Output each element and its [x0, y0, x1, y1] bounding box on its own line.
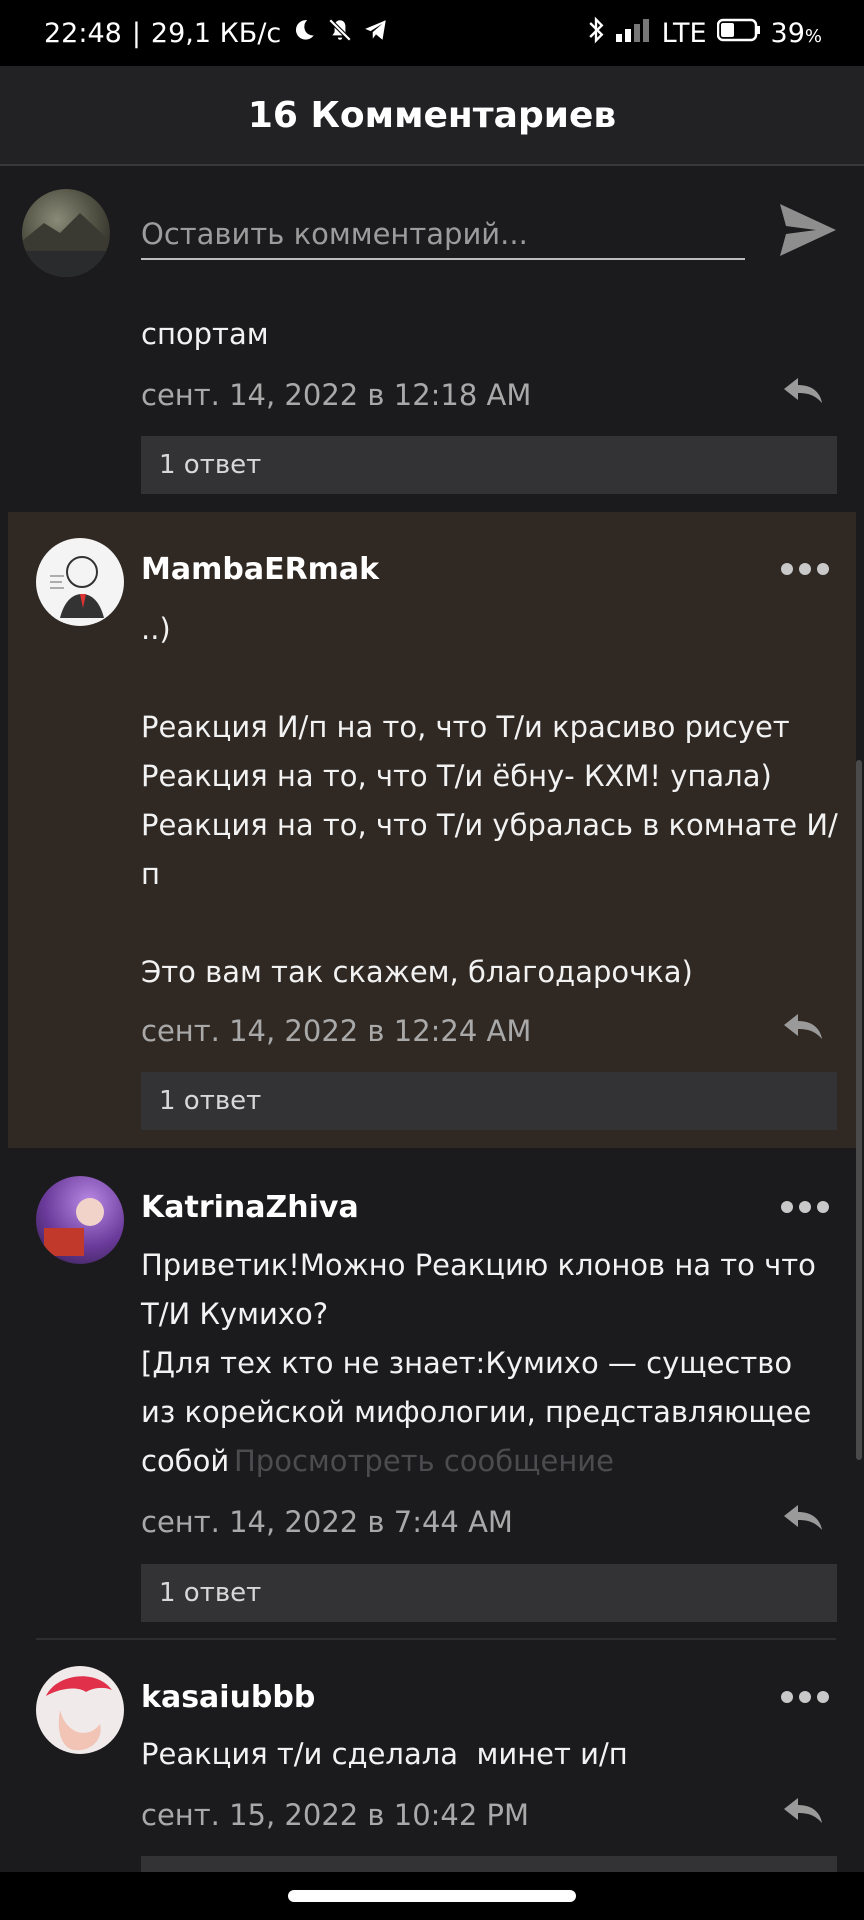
avatar[interactable] — [22, 189, 110, 277]
status-right: LTE 39% — [586, 16, 822, 51]
comment-timestamp: сент. 14, 2022 в 12:18 AM — [141, 378, 532, 412]
bluetooth-icon — [586, 16, 606, 51]
comment-timestamp: сент. 14, 2022 в 12:24 AM — [141, 1014, 532, 1048]
reply-icon[interactable] — [780, 1010, 826, 1044]
status-bar: 22:48 | 29,1 КБ/с LTE 39% — [0, 0, 864, 66]
view-full-message-link[interactable]: Просмотреть сообщение — [234, 1437, 614, 1486]
comment-text: спортам — [141, 317, 269, 351]
avatar-sketch — [50, 556, 104, 618]
page-title: 16 Комментариев — [247, 94, 617, 136]
status-separator: | — [131, 17, 141, 49]
avatar[interactable] — [36, 1666, 124, 1754]
comment-username[interactable]: MambaERmak — [141, 552, 379, 587]
replies-button[interactable]: 1 ответ — [141, 1072, 837, 1130]
send-icon[interactable] — [778, 200, 838, 260]
compose-bar — [0, 168, 864, 284]
avatar-art — [46, 1676, 112, 1751]
comment-text: ..) Реакция И/п на то, что Т/и красиво р… — [141, 612, 838, 989]
comment-timestamp: сент. 14, 2022 в 7:44 AM — [141, 1505, 513, 1539]
comment-username[interactable]: kasaiubbb — [141, 1680, 315, 1715]
more-options-icon[interactable] — [781, 1691, 829, 1705]
header: 16 Комментариев — [0, 66, 864, 166]
moon-icon — [291, 17, 317, 50]
status-left: 22:48 | 29,1 КБ/с — [44, 17, 389, 50]
signal-icon — [615, 18, 652, 49]
comment-timestamp: сент. 15, 2022 в 10:42 PM — [141, 1798, 530, 1832]
avatar[interactable] — [36, 538, 124, 626]
comment-divider — [36, 1638, 836, 1640]
status-time: 22:48 — [44, 17, 122, 49]
scrollbar[interactable] — [856, 760, 862, 1460]
avatar[interactable] — [36, 1176, 124, 1264]
more-options-icon[interactable] — [781, 563, 829, 577]
reply-icon[interactable] — [780, 1794, 826, 1828]
comment-input[interactable] — [141, 210, 745, 260]
comment-text: Реакция т/и сделала минет и/п — [141, 1737, 628, 1771]
replies-button[interactable]: 1 ответ — [141, 1564, 837, 1622]
telegram-icon — [363, 17, 389, 50]
network-type: LTE — [661, 17, 707, 49]
comment-username[interactable]: KatrinaZhiva — [141, 1190, 359, 1225]
avatar-art — [44, 1198, 104, 1256]
reply-icon[interactable] — [780, 374, 826, 408]
bell-off-icon — [327, 17, 353, 50]
replies-button[interactable]: 1 ответ — [141, 436, 837, 494]
more-options-icon[interactable] — [781, 1201, 829, 1215]
status-speed: 29,1 КБ/с — [150, 17, 282, 49]
battery-icon — [716, 18, 761, 49]
avatar-landscape — [22, 213, 110, 277]
home-indicator[interactable] — [288, 1890, 576, 1902]
battery-level: 39% — [770, 17, 822, 49]
reply-icon[interactable] — [780, 1501, 826, 1535]
